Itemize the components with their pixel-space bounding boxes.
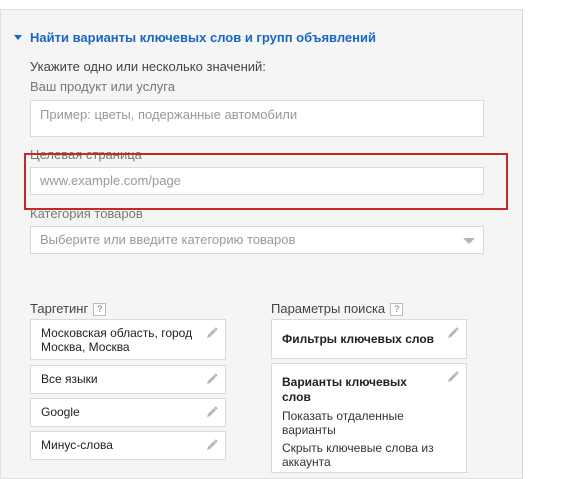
triangle-down-icon[interactable] <box>14 35 22 40</box>
keyword-filters-label: Фильтры ключевых слов <box>282 332 435 346</box>
product-label: Ваш продукт или услуга <box>30 79 175 94</box>
targeting-language[interactable]: Все языки <box>30 365 226 394</box>
category-placeholder: Выберите или введите категорию товаров <box>40 232 296 247</box>
targeting-title: Таргетинг? <box>30 301 107 316</box>
keyword-variants-label: Варианты ключевых слов <box>282 375 407 404</box>
targeting-location[interactable]: Московская область, город Москва, Москва <box>30 319 226 360</box>
keyword-variants[interactable]: Варианты ключевых слов Показать отдаленн… <box>271 363 467 473</box>
landing-page-label: Целевая страница <box>30 147 142 162</box>
section-header[interactable]: Найти варианты ключевых слов и групп объ… <box>14 30 376 45</box>
hide-account-keywords-option: Скрыть ключевые слова из аккаунта <box>282 441 434 469</box>
help-icon[interactable]: ? <box>390 303 404 316</box>
targeting-location-text: Московская область, город Москва, Москва <box>41 326 193 354</box>
section-title[interactable]: Найти варианты ключевых слов и групп объ… <box>30 30 376 45</box>
instructions-text: Укажите одно или несколько значений: <box>30 59 266 74</box>
category-label: Категория товаров <box>30 206 143 221</box>
targeting-title-text: Таргетинг <box>30 301 89 316</box>
targeting-language-text: Все языки <box>41 372 98 386</box>
landing-page-input[interactable]: www.example.com/page <box>30 167 484 195</box>
targeting-negative-keywords-text: Минус-слова <box>41 438 113 452</box>
product-input-placeholder: Пример: цветы, подержанные автомобили <box>40 107 298 122</box>
pencil-icon[interactable] <box>446 326 460 340</box>
landing-page-placeholder: www.example.com/page <box>40 173 181 188</box>
category-select[interactable]: Выберите или введите категорию товаров <box>30 226 484 254</box>
product-input[interactable]: Пример: цветы, подержанные автомобили <box>30 100 484 137</box>
chevron-down-icon[interactable] <box>463 238 475 244</box>
keyword-filters[interactable]: Фильтры ключевых слов <box>271 319 467 359</box>
pencil-icon[interactable] <box>205 405 219 419</box>
pencil-icon[interactable] <box>205 438 219 452</box>
targeting-network[interactable]: Google <box>30 398 226 427</box>
targeting-negative-keywords[interactable]: Минус-слова <box>30 431 226 460</box>
pencil-icon[interactable] <box>205 326 219 340</box>
pencil-icon[interactable] <box>205 372 219 386</box>
search-params-title: Параметры поиска? <box>271 301 404 316</box>
search-params-title-text: Параметры поиска <box>271 301 386 316</box>
show-broad-variants-option: Показать отдаленные варианты <box>282 409 404 437</box>
help-icon[interactable]: ? <box>93 303 107 316</box>
pencil-icon[interactable] <box>446 370 460 384</box>
targeting-network-text: Google <box>41 405 80 419</box>
